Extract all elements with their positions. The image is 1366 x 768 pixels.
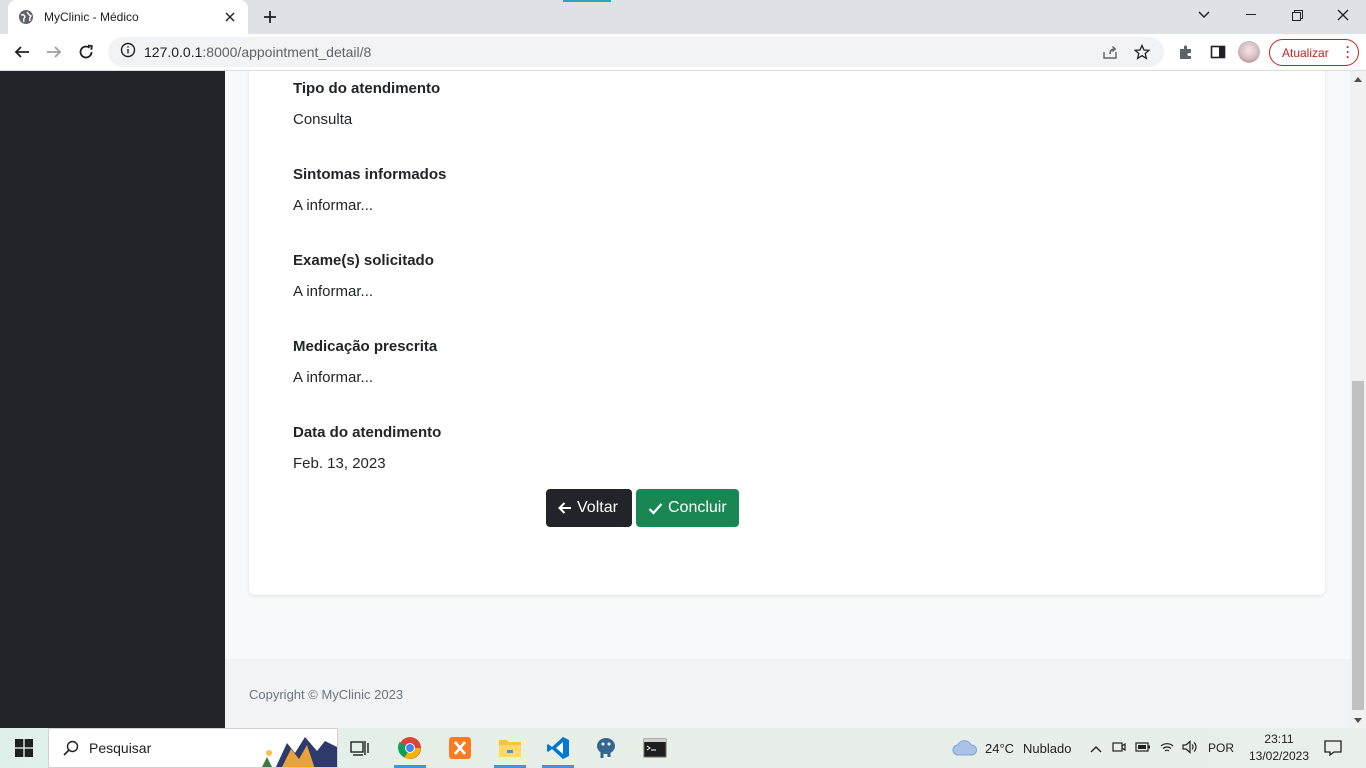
update-chrome-button[interactable]: Atualizar · · ·	[1269, 39, 1359, 66]
volume-icon[interactable]	[1182, 739, 1198, 757]
xampp-icon	[449, 737, 471, 759]
tab-search-chevron-icon[interactable]	[1192, 4, 1216, 26]
windows-start-button[interactable]	[0, 728, 48, 768]
battery-icon[interactable]	[1135, 741, 1151, 756]
minimize-button[interactable]	[1228, 0, 1274, 30]
postgresql-elephant-icon	[597, 738, 615, 758]
field-label: Sintomas informados	[293, 166, 447, 183]
task-view-button[interactable]	[336, 728, 384, 768]
complete-button-label: Concluir	[668, 499, 727, 516]
field-value: Consulta	[293, 111, 353, 128]
clock-time: 23:11	[1264, 732, 1294, 746]
browser-tab[interactable]: MyClinic - Médico	[8, 0, 248, 34]
chrome-icon	[398, 737, 421, 759]
taskbar-search-input[interactable]: Pesquisar	[48, 728, 338, 768]
field-label: Data do atendimento	[293, 424, 442, 441]
windows-logo-icon	[15, 739, 33, 757]
taskbar-xampp[interactable]	[436, 728, 484, 768]
tab-strip: MyClinic - Médico	[0, 0, 1366, 34]
side-panel-icon[interactable]	[1206, 40, 1230, 64]
windows-taskbar: Pesquisar 24°C Nublado POR 23:11 13/02/2…	[0, 728, 1366, 768]
field-label: Medicação prescrita	[293, 338, 438, 355]
field-data-atendimento: Data do atendimento Feb. 13, 2023	[293, 424, 441, 472]
update-label: Atualizar	[1282, 45, 1329, 60]
arrow-left-icon	[558, 502, 571, 514]
field-value: A informar...	[293, 369, 374, 386]
taskbar-file-explorer[interactable]	[486, 728, 534, 768]
show-hidden-icons-chevron-icon[interactable]	[1090, 741, 1102, 756]
system-clock[interactable]: 23:11 13/02/2023	[1244, 731, 1314, 765]
search-highlight-illustration	[255, 729, 337, 767]
address-bar[interactable]: 127.0.0.1:8000/appointment_detail/8	[108, 37, 1164, 67]
field-sintomas: Sintomas informados A informar...	[293, 166, 446, 214]
main-content: Tipo do atendimento Consulta Sintomas in…	[225, 71, 1350, 728]
sidebar	[0, 71, 225, 728]
field-tipo-atendimento: Tipo do atendimento Consulta	[293, 80, 440, 128]
close-tab-icon[interactable]	[222, 9, 238, 25]
copyright-text: Copyright © MyClinic 2023	[249, 687, 404, 702]
restore-button[interactable]	[1274, 0, 1320, 30]
folder-icon	[499, 740, 521, 757]
reload-icon[interactable]	[72, 38, 100, 66]
field-label: Tipo do atendimento	[293, 80, 441, 97]
forward-arrow-icon[interactable]	[40, 38, 68, 66]
new-tab-button[interactable]	[258, 5, 282, 29]
tab-indicator	[563, 0, 611, 2]
appointment-card: Tipo do atendimento Consulta Sintomas in…	[249, 71, 1325, 595]
field-value: A informar...	[293, 197, 374, 214]
wifi-icon[interactable]	[1160, 741, 1174, 756]
scroll-up-arrow-icon[interactable]	[1350, 71, 1366, 87]
url-text[interactable]: 127.0.0.1:8000/appointment_detail/8	[144, 44, 1088, 60]
page-scrollbar[interactable]	[1350, 71, 1366, 728]
taskbar-chrome[interactable]	[386, 728, 434, 768]
taskbar-postgresql[interactable]	[582, 728, 630, 768]
profile-avatar[interactable]	[1238, 41, 1260, 63]
taskbar-vscode[interactable]	[534, 728, 582, 768]
page-footer: Copyright © MyClinic 2023	[225, 659, 1350, 728]
task-view-icon	[350, 741, 369, 756]
back-arrow-icon[interactable]	[8, 38, 36, 66]
field-medicacao: Medicação prescrita A informar...	[293, 338, 437, 386]
scrollbar-thumb[interactable]	[1352, 381, 1364, 710]
system-tray: POR	[1090, 728, 1234, 768]
weather-temperature: 24°C	[985, 740, 1015, 756]
field-value: Feb. 13, 2023	[293, 455, 386, 472]
meet-now-icon[interactable]	[1112, 740, 1126, 757]
scroll-down-arrow-icon[interactable]	[1350, 712, 1366, 728]
input-language[interactable]: POR	[1208, 741, 1234, 755]
search-placeholder: Pesquisar	[89, 740, 152, 756]
extensions-puzzle-icon[interactable]	[1174, 40, 1198, 64]
browser-toolbar: 127.0.0.1:8000/appointment_detail/8 Atua…	[0, 34, 1366, 71]
share-icon[interactable]	[1100, 42, 1120, 62]
complete-button[interactable]: Concluir	[636, 489, 739, 527]
field-value: A informar...	[293, 283, 374, 300]
close-window-button[interactable]	[1320, 0, 1366, 30]
weather-description: Nublado	[1023, 740, 1072, 756]
weather-widget[interactable]: 24°C Nublado	[952, 728, 1071, 768]
field-label: Exame(s) solicitado	[293, 252, 434, 269]
cloud-icon	[952, 740, 978, 756]
bookmark-star-icon[interactable]	[1132, 42, 1152, 62]
back-button[interactable]: Voltar	[546, 489, 632, 527]
info-icon[interactable]	[120, 42, 136, 63]
clock-date: 13/02/2023	[1248, 749, 1310, 763]
check-icon	[648, 502, 663, 515]
menu-dots-icon: · · ·	[1346, 40, 1350, 64]
search-icon	[63, 740, 79, 756]
terminal-icon	[643, 738, 667, 758]
field-exames: Exame(s) solicitado A informar...	[293, 252, 434, 300]
page-viewport: Tipo do atendimento Consulta Sintomas in…	[0, 71, 1366, 728]
vscode-icon	[547, 737, 569, 759]
notification-center-icon[interactable]	[1322, 737, 1344, 759]
globe-icon	[18, 9, 34, 25]
tab-title: MyClinic - Médico	[44, 10, 139, 24]
back-button-label: Voltar	[577, 499, 618, 516]
taskbar-terminal[interactable]	[631, 728, 679, 768]
